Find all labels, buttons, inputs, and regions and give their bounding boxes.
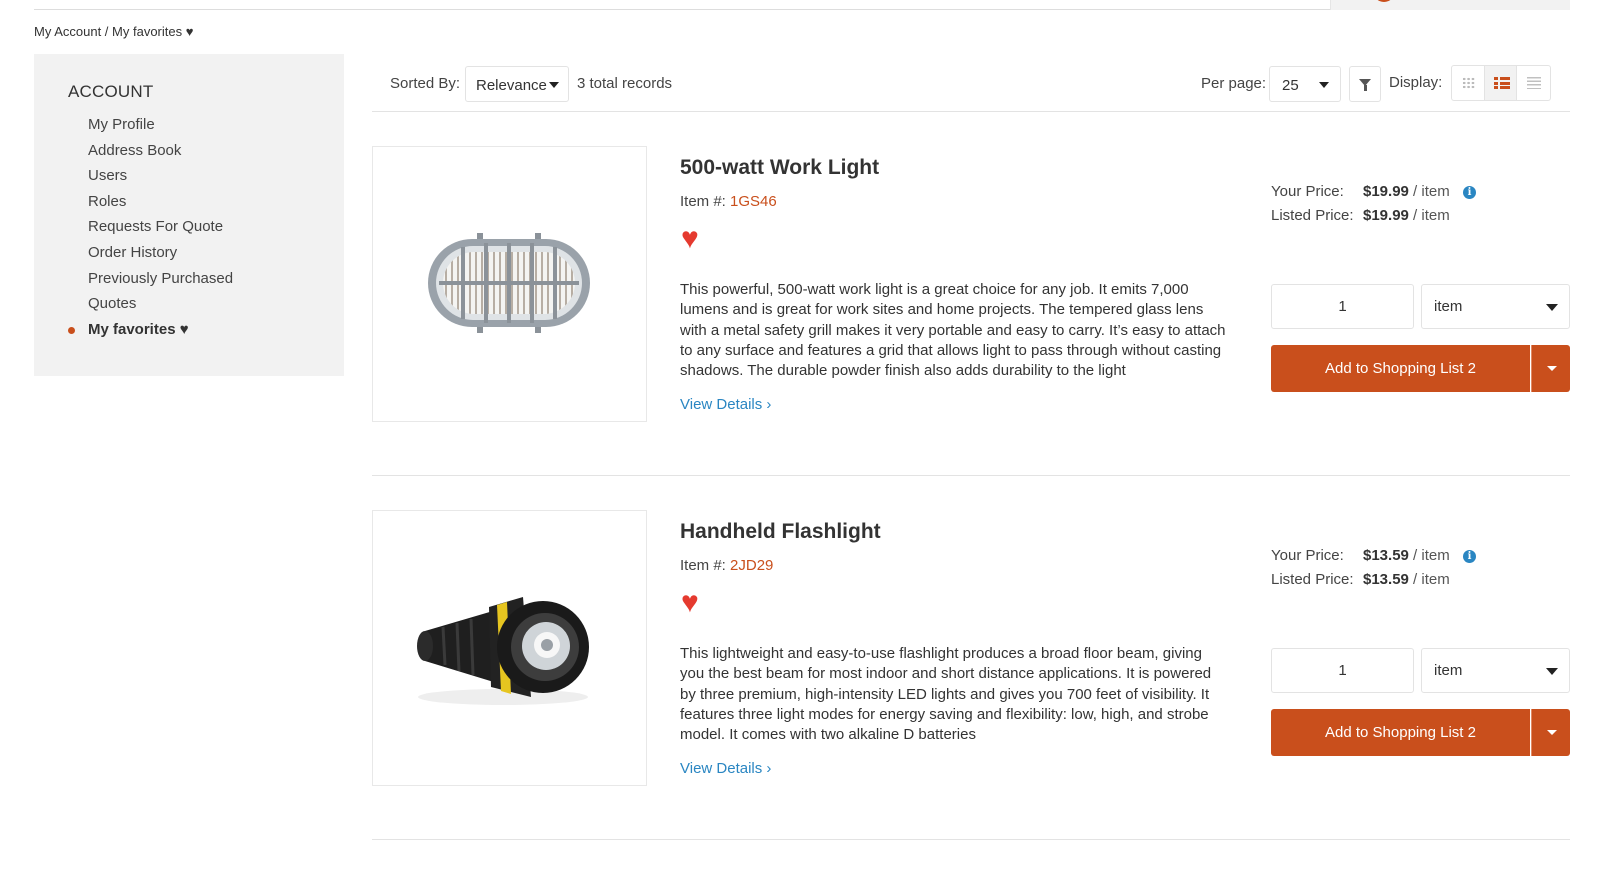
sidebar-item-my-profile[interactable]: My Profile [68, 112, 344, 138]
listed-price-label: Listed Price: [1271, 571, 1354, 588]
your-price-row: Your Price: $13.59 / item [1271, 547, 1450, 564]
unit-select[interactable]: item [1421, 648, 1570, 693]
caret-down-icon [1546, 304, 1558, 311]
sidebar-item-users[interactable]: Users [68, 163, 344, 189]
favorite-heart-icon[interactable]: ♥ [681, 588, 699, 618]
sort-select-value: Relevance [476, 77, 547, 94]
caret-down-icon [1546, 668, 1558, 675]
sidebar-item-address-book[interactable]: Address Book [68, 138, 344, 164]
item-number: Item #: 2JD29 [680, 557, 773, 574]
item-number-code: 2JD29 [730, 557, 774, 574]
view-details-link[interactable]: View Details › [680, 760, 771, 777]
your-price-amount: $19.99 [1363, 183, 1409, 200]
filter-button[interactable] [1349, 66, 1381, 102]
unit-select[interactable]: item [1421, 284, 1570, 329]
listed-price-value: $13.59 / item [1363, 571, 1450, 588]
sidebar-item-roles[interactable]: Roles [68, 189, 344, 215]
compact-list-icon [1527, 77, 1542, 89]
price-unit: / item [1408, 547, 1450, 564]
caret-down-icon [1319, 82, 1329, 88]
flashlight-icon [417, 597, 589, 705]
product-description: This lightweight and easy-to-use flashli… [680, 645, 1212, 744]
product-image[interactable] [372, 510, 647, 786]
list-view-button[interactable] [1484, 66, 1518, 100]
results-toolbar: Sorted By: Relevance 3 total records Per… [372, 64, 1570, 112]
display-label: Display: [1389, 74, 1443, 91]
price-unit: / item [1408, 207, 1450, 224]
price-info-icon[interactable]: i [1463, 186, 1476, 199]
work-light-icon [428, 233, 590, 333]
item-number-label: Item #: [680, 193, 726, 210]
grid-icon [1462, 77, 1475, 89]
sort-select[interactable]: Relevance [465, 66, 569, 102]
per-page-value: 25 [1282, 77, 1299, 94]
per-page-label: Per page: [1201, 75, 1267, 92]
listed-price-label: Listed Price: [1271, 207, 1354, 224]
cart-badge-icon [1373, 0, 1395, 2]
breadcrumb[interactable]: My Account / My favorites ♥ [34, 24, 193, 39]
list-icon [1493, 77, 1510, 89]
item-number-label: Item #: [680, 557, 726, 574]
your-price-row: Your Price: $19.99 / item [1271, 183, 1450, 200]
unit-select-value: item [1434, 298, 1463, 315]
item-number-code: 1GS46 [730, 193, 777, 210]
add-to-shopping-list-button[interactable]: Add to Shopping List 2 [1271, 709, 1530, 756]
shopping-list-dropdown-button[interactable] [1531, 345, 1570, 392]
quantity-input[interactable]: 1 [1271, 284, 1414, 329]
product-title[interactable]: 500-watt Work Light [680, 156, 879, 180]
per-page-select[interactable]: 25 [1269, 66, 1341, 102]
unit-select-value: item [1434, 662, 1463, 679]
price-info-icon[interactable]: i [1463, 550, 1476, 563]
your-price-label: Your Price: [1271, 183, 1344, 200]
sidebar-item-quotes[interactable]: Quotes [68, 291, 344, 317]
listed-price-row: Listed Price: $19.99 / item [1271, 207, 1450, 224]
view-details-link[interactable]: View Details › [680, 396, 771, 413]
add-to-shopping-list-button[interactable]: Add to Shopping List 2 [1271, 345, 1530, 392]
sidebar-item-order-history[interactable]: Order History [68, 240, 344, 266]
your-price-amount: $13.59 [1363, 547, 1409, 564]
total-records: 3 total records [577, 75, 673, 92]
your-price-value: $19.99 / item [1363, 183, 1450, 200]
your-price-label: Your Price: [1271, 547, 1344, 564]
shopping-list-dropdown-button[interactable] [1531, 709, 1570, 756]
sort-label: Sorted By: [390, 75, 461, 92]
compact-list-view-button[interactable] [1517, 66, 1550, 100]
caret-down-icon [549, 82, 559, 88]
product-description: This powerful, 500-watt work light is a … [680, 281, 1226, 380]
header-cart-tab[interactable] [1330, 0, 1570, 10]
account-sidebar: ACCOUNT My Profile Address Book Users Ro… [34, 54, 344, 376]
price-unit: / item [1408, 571, 1450, 588]
product-title[interactable]: Handheld Flashlight [680, 520, 881, 544]
sidebar-menu: My Profile Address Book Users Roles Requ… [68, 112, 344, 342]
item-number: Item #: 1GS46 [680, 193, 777, 210]
price-unit: / item [1408, 183, 1450, 200]
sidebar-heading: ACCOUNT [68, 82, 154, 101]
favorite-heart-icon[interactable]: ♥ [681, 224, 699, 254]
grid-view-button[interactable] [1452, 66, 1485, 100]
quantity-input[interactable]: 1 [1271, 648, 1414, 693]
listed-price-amount: $19.99 [1363, 207, 1409, 224]
sidebar-item-previously-purchased[interactable]: Previously Purchased [68, 266, 344, 292]
product-card: Handheld Flashlight Item #: 2JD29 ♥ This… [372, 476, 1570, 840]
display-view-toggle [1451, 65, 1551, 101]
product-card: 500-watt Work Light Item #: 1GS46 ♥ This… [372, 112, 1570, 476]
product-image[interactable] [372, 146, 647, 422]
listed-price-amount: $13.59 [1363, 571, 1409, 588]
listed-price-value: $19.99 / item [1363, 207, 1450, 224]
sidebar-item-my-favorites[interactable]: My favorites ♥ [68, 317, 344, 343]
listed-price-row: Listed Price: $13.59 / item [1271, 571, 1450, 588]
sidebar-item-requests-for-quote[interactable]: Requests For Quote [68, 214, 344, 240]
your-price-value: $13.59 / item [1363, 547, 1450, 564]
